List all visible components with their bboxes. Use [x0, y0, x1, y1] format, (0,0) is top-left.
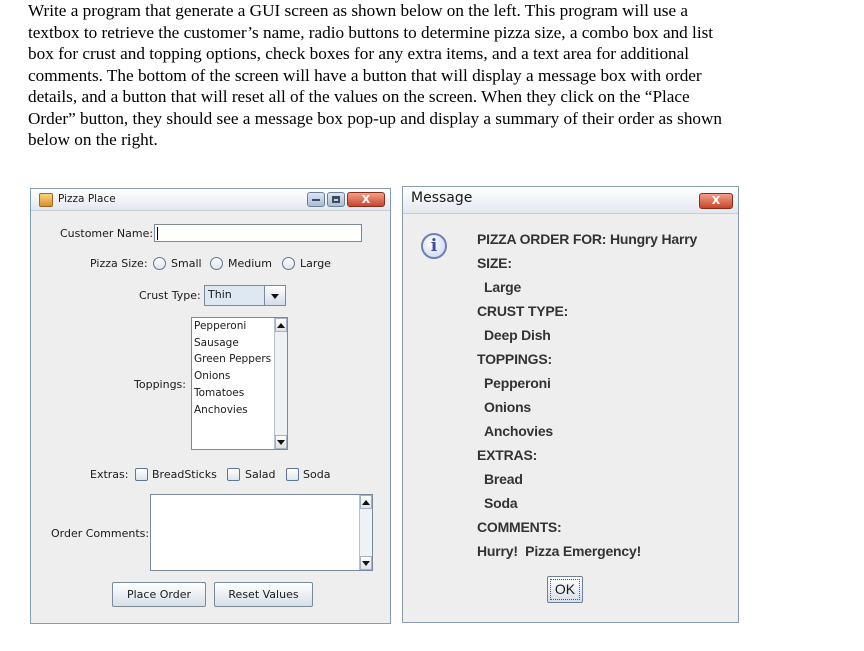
- message-line: Bread: [484, 471, 523, 487]
- checkbox-breadsticks[interactable]: [135, 468, 148, 481]
- radio-medium[interactable]: [210, 257, 223, 270]
- message-line: Onions: [484, 399, 532, 415]
- extras-label: Extras:: [90, 468, 129, 481]
- radio-small[interactable]: [153, 257, 166, 270]
- close-icon: X: [361, 193, 371, 206]
- checkbox-soda-label[interactable]: Soda: [303, 468, 330, 481]
- reset-values-label: Reset Values: [228, 588, 299, 601]
- place-order-button[interactable]: Place Order: [112, 582, 206, 607]
- dialog-title: Message: [411, 190, 473, 206]
- message-line: COMMENTS:: [477, 519, 562, 535]
- assignment-line: details, and a button that will reset al…: [28, 87, 690, 106]
- dialog-close-button[interactable]: X: [699, 193, 733, 209]
- text-caret: [157, 227, 158, 240]
- message-line: Soda: [484, 495, 518, 511]
- java-app-icon: [39, 193, 53, 207]
- radio-large[interactable]: [282, 257, 295, 270]
- radio-large-label[interactable]: Large: [300, 257, 331, 270]
- close-icon: X: [711, 194, 721, 207]
- reset-values-button[interactable]: Reset Values: [214, 582, 313, 607]
- toppings-scrollbar[interactable]: [274, 318, 287, 449]
- message-line: Pepperoni: [484, 375, 551, 391]
- list-item[interactable]: Pepperoni: [194, 320, 246, 332]
- message-line: EXTRAS:: [477, 447, 538, 463]
- checkbox-breadsticks-label[interactable]: BreadSticks: [152, 468, 217, 481]
- order-comments-textarea[interactable]: [150, 494, 373, 571]
- assignment-line: below on the right.: [28, 130, 158, 149]
- information-glyph: i: [430, 236, 438, 256]
- maximize-icon: [332, 196, 340, 203]
- order-comments-label: Order Comments:: [51, 527, 150, 540]
- arrow-up-icon: [362, 500, 370, 505]
- focus-ring: [550, 579, 580, 600]
- message-line: Large: [484, 279, 522, 295]
- list-item[interactable]: Tomatoes: [194, 387, 244, 399]
- pizza-place-window: Pizza Place X Customer Name: Pizza Size:…: [30, 188, 391, 624]
- crust-selected-value: Thin: [208, 288, 232, 301]
- customer-name-label: Customer Name:: [60, 227, 154, 240]
- message-line: PIZZA ORDER FOR: Hungry Harry: [477, 231, 698, 247]
- pizza-size-label: Pizza Size:: [90, 257, 148, 270]
- comments-scrollbar[interactable]: [359, 495, 372, 570]
- pizza-window-titlebar[interactable]: Pizza Place X: [31, 189, 390, 211]
- message-line: SIZE:: [477, 255, 512, 271]
- checkbox-salad[interactable]: [227, 468, 240, 481]
- crust-type-label: Crust Type:: [139, 289, 201, 302]
- toppings-label: Toppings:: [134, 378, 186, 391]
- checkbox-salad-label[interactable]: Salad: [245, 468, 276, 481]
- minimize-button[interactable]: [307, 192, 325, 207]
- assignment-line: Write a program that generate a GUI scre…: [28, 1, 689, 20]
- toppings-listbox[interactable]: Pepperoni Sausage Green Peppers Onions T…: [191, 317, 288, 450]
- assignment-line: box for crust and topping options, check…: [28, 44, 690, 63]
- assignment-line: Order” button, they should see a message…: [28, 108, 723, 128]
- message-line: CRUST TYPE:: [477, 303, 569, 319]
- arrow-down-icon: [277, 440, 285, 445]
- message-line: TOPPINGS:: [477, 351, 552, 367]
- customer-name-input[interactable]: [154, 224, 362, 242]
- message-dialog: Message X i PIZZA ORDER FOR: Hungry Harr…: [402, 186, 739, 623]
- scroll-down-button[interactable]: [360, 556, 372, 570]
- arrow-down-icon: [362, 561, 370, 566]
- scroll-up-button[interactable]: [360, 495, 372, 509]
- list-item[interactable]: Green Peppers: [194, 353, 271, 365]
- message-dialog-titlebar[interactable]: Message X: [403, 187, 738, 214]
- place-order-label: Place Order: [126, 588, 191, 601]
- checkbox-soda[interactable]: [286, 468, 299, 481]
- scroll-up-button[interactable]: [275, 318, 287, 332]
- list-item[interactable]: Onions: [194, 370, 230, 382]
- list-item[interactable]: Anchovies: [194, 404, 248, 416]
- radio-medium-label[interactable]: Medium: [228, 257, 272, 270]
- message-line: Hurry! Pizza Emergency!: [477, 543, 642, 559]
- radio-small-label[interactable]: Small: [171, 257, 202, 270]
- message-line: Deep Dish: [484, 327, 551, 343]
- list-item[interactable]: Sausage: [194, 337, 239, 349]
- minimize-icon: [312, 199, 320, 201]
- assignment-line: comments. The bottom of the screen will …: [28, 65, 702, 85]
- close-button[interactable]: X: [347, 192, 385, 207]
- window-title: Pizza Place: [58, 193, 116, 205]
- assignment-line: textbox to retrieve the customer’s name,…: [28, 22, 714, 42]
- information-icon: i: [421, 233, 447, 259]
- maximize-button[interactable]: [327, 192, 345, 207]
- crust-type-combobox[interactable]: Thin: [204, 285, 286, 306]
- ok-button[interactable]: OK: [547, 576, 583, 603]
- chevron-down-icon: [271, 294, 279, 299]
- message-line: Anchovies: [484, 423, 553, 439]
- combobox-arrow-button[interactable]: [264, 286, 285, 305]
- assignment-text: Write a program that generate a GUI scre…: [28, 0, 828, 151]
- scroll-down-button[interactable]: [275, 435, 287, 449]
- arrow-up-icon: [277, 323, 285, 328]
